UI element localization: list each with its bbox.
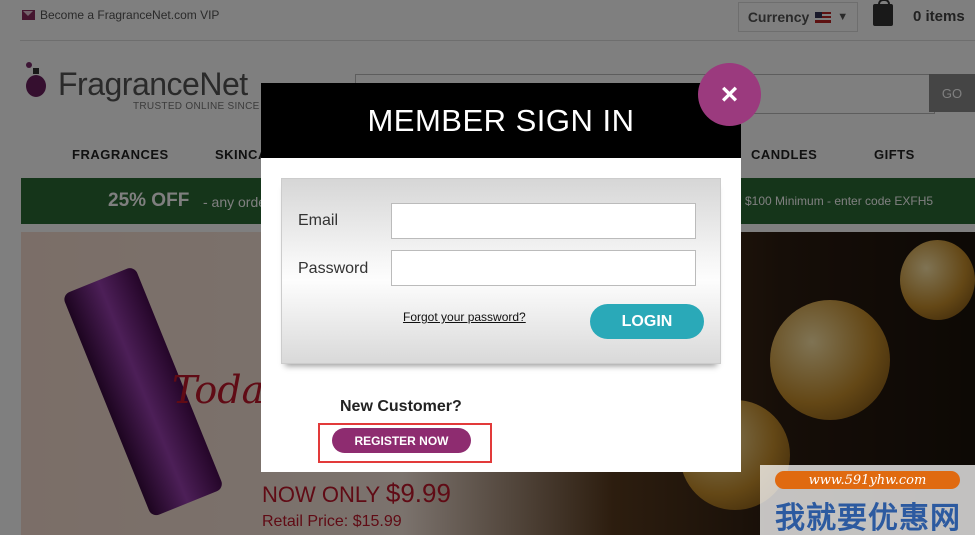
close-icon[interactable]: × [698, 63, 761, 126]
email-label: Email [298, 212, 339, 229]
password-label: Password [298, 260, 369, 277]
email-field[interactable] [391, 203, 696, 239]
watermark-url: www.591yhw.com [775, 471, 960, 489]
new-customer-heading: New Customer? [340, 398, 462, 415]
watermark: www.591yhw.com 我就要优惠网 [760, 465, 975, 535]
watermark-text: 我就要优惠网 [775, 502, 961, 535]
password-field[interactable] [391, 250, 696, 286]
forgot-password-link[interactable]: Forgot your password? [403, 310, 526, 324]
login-button[interactable]: LOGIN [590, 304, 704, 339]
register-now-button[interactable]: REGISTER NOW [332, 428, 471, 453]
modal-title: MEMBER SIGN IN [261, 83, 741, 158]
